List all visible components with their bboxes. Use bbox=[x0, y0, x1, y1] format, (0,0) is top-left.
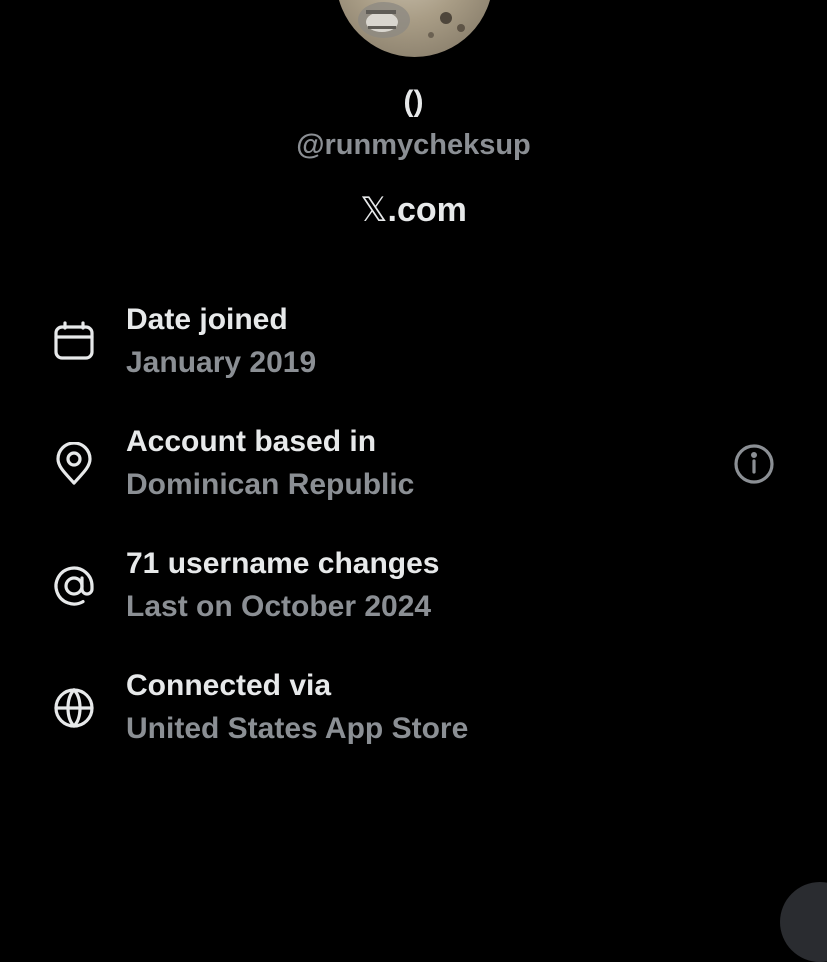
avatar[interactable] bbox=[336, 0, 493, 57]
site-suffix: .com bbox=[387, 191, 467, 229]
profile-handle[interactable]: @runmycheksup bbox=[0, 127, 827, 163]
site-label: 𝕏.com bbox=[0, 190, 827, 230]
about-label: 71 username changes bbox=[126, 547, 440, 580]
about-value: January 2019 bbox=[126, 346, 317, 379]
about-row-account-location: Account based in Dominican Republic bbox=[0, 422, 827, 512]
globe-icon bbox=[52, 686, 96, 730]
about-value: Dominican Republic bbox=[126, 468, 415, 501]
about-value: Last on October 2024 bbox=[126, 590, 432, 623]
location-pin-icon bbox=[52, 441, 96, 486]
about-row-date-joined: Date joined January 2019 bbox=[0, 300, 827, 390]
about-value: United States App Store bbox=[126, 712, 469, 745]
x-logo-icon: 𝕏 bbox=[360, 190, 388, 230]
floating-action-button[interactable] bbox=[780, 882, 827, 962]
about-row-connected-via: Connected via United States App Store bbox=[0, 666, 827, 756]
calendar-icon bbox=[52, 320, 96, 364]
about-label: Date joined bbox=[126, 303, 288, 336]
about-label: Account based in bbox=[126, 425, 377, 458]
about-label: Connected via bbox=[126, 669, 332, 702]
at-sign-icon bbox=[52, 564, 96, 608]
info-icon[interactable] bbox=[732, 442, 776, 486]
about-row-username-changes: 71 username changes Last on October 2024 bbox=[0, 544, 827, 634]
profile-display-name: () bbox=[403, 85, 424, 118]
